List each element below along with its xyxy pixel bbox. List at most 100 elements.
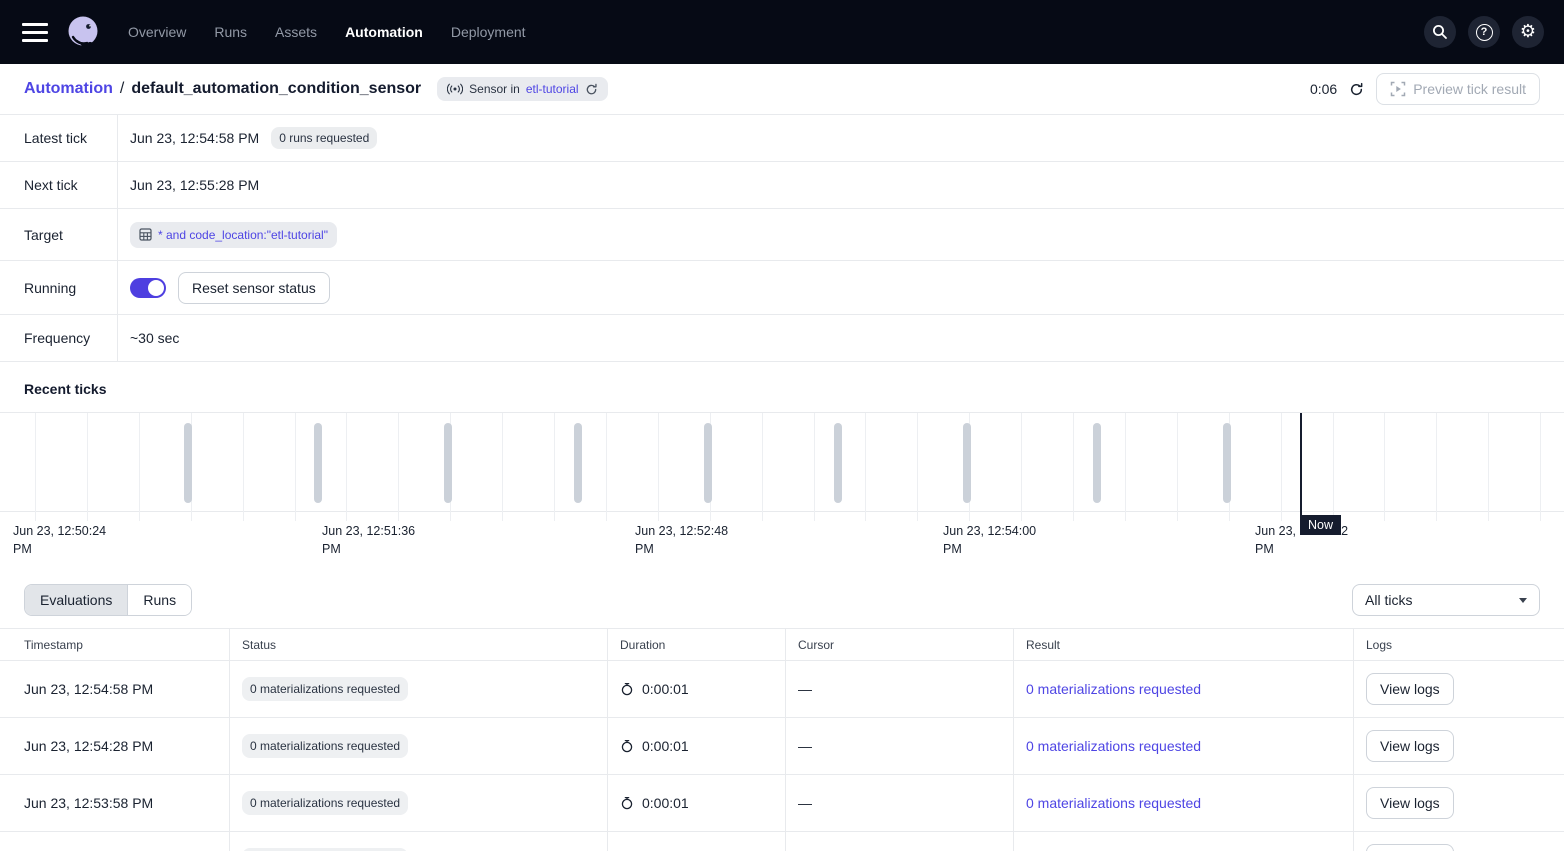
timeline-gridline [554,413,555,521]
view-logs-button[interactable]: View logs [1366,673,1454,705]
tab-runs[interactable]: Runs [127,585,191,615]
row-result-link[interactable]: 0 materializations requested [1026,738,1201,754]
row-timestamp: Jun 23, 12:54:28 PM [24,738,153,754]
stopwatch-icon [620,739,634,753]
row-status-badge: 0 materializations requested [242,734,408,758]
reset-sensor-status-button[interactable]: Reset sensor status [178,272,330,304]
menu-icon[interactable] [22,23,48,42]
timeline-axis-label: Jun 23, 12:54:00 PM [943,522,1047,558]
stopwatch-icon [620,796,634,810]
frequency-value: ~30 sec [130,330,179,346]
timeline-gridline [1281,413,1282,521]
dagster-logo-icon[interactable] [64,13,102,51]
tabs-row: Evaluations Runs All ticks [0,570,1564,628]
page-header: Automation / default_automation_conditio… [0,64,1564,115]
tick-bar[interactable] [1093,423,1101,503]
row-duration: 0:00:01 [642,681,689,697]
view-logs-button[interactable]: View logs [1366,787,1454,819]
frequency-label: Frequency [0,315,118,361]
next-tick-value: Jun 23, 12:55:28 PM [130,177,259,193]
tick-bar[interactable] [444,423,452,503]
asset-selection-text: * and code_location:"etl-tutorial" [158,228,328,242]
search-icon [1432,24,1448,40]
preview-button-label: Preview tick result [1413,81,1526,97]
tick-bar[interactable] [314,423,322,503]
tick-bar[interactable] [704,423,712,503]
view-logs-button[interactable]: View logs [1366,730,1454,762]
col-timestamp: Timestamp [0,629,230,660]
timeline-gridline [1333,413,1334,521]
timeline-gridline [346,413,347,521]
timeline-gridline [1125,413,1126,521]
timeline-gridline [1073,413,1074,521]
sensor-icon [447,83,463,95]
row-duration: 0:00:01 [642,738,689,754]
refresh-countdown: 0:06 [1310,81,1337,97]
search-button[interactable] [1424,16,1456,48]
timeline-gridline [917,413,918,521]
timeline-gridline [865,413,866,521]
tick-filter-dropdown[interactable]: All ticks [1352,584,1540,616]
tab-evaluations[interactable]: Evaluations [25,585,127,615]
evaluations-table: Timestamp Status Duration Cursor Result … [0,628,1564,851]
nav-assets[interactable]: Assets [275,24,317,40]
help-button[interactable]: ? [1468,16,1500,48]
tick-bar[interactable] [963,423,971,503]
timeline-gridline [658,413,659,521]
asset-selection-chip[interactable]: * and code_location:"etl-tutorial" [130,222,337,248]
latest-tick-label: Latest tick [0,115,118,161]
refresh-icon[interactable] [1349,82,1364,97]
timeline-gridline [295,413,296,521]
col-status: Status [230,629,608,660]
timeline-gridline [87,413,88,521]
nav-automation[interactable]: Automation [345,24,423,40]
frequency-row: Frequency ~30 sec [0,315,1564,362]
row-result-link[interactable]: 0 materializations requested [1026,795,1201,811]
timeline-gridline [1384,413,1385,521]
chevron-down-icon [1519,598,1527,603]
tick-bar[interactable] [574,423,582,503]
asset-selection-icon [139,228,152,241]
row-timestamp: Jun 23, 12:54:58 PM [24,681,153,697]
timeline-gridline [502,413,503,521]
table-row: Jun 23, 12:54:58 PM 0 materializations r… [0,661,1564,718]
view-logs-button[interactable]: View logs [1366,844,1454,851]
col-duration: Duration [608,629,786,660]
table-row: Jun 23, 12:53:58 PM 0 materializations r… [0,775,1564,832]
timeline-axis-label: Jun 23, 12:52:48 PM [635,522,739,558]
col-logs: Logs [1354,629,1564,660]
nav-overview[interactable]: Overview [128,24,186,40]
code-location-link[interactable]: etl-tutorial [526,82,579,96]
preview-tick-result-button[interactable]: Preview tick result [1376,73,1540,105]
page-title: default_automation_condition_sensor [131,80,421,98]
timeline-gridline [1540,413,1541,521]
recent-ticks-title: Recent ticks [0,362,1564,412]
running-toggle[interactable] [130,278,166,298]
breadcrumb-automation-link[interactable]: Automation [24,80,113,98]
primary-nav: Overview Runs Assets Automation Deployme… [128,24,526,40]
settings-button[interactable]: ⚙ [1512,16,1544,48]
running-label: Running [0,261,118,314]
timeline-gridline [1021,413,1022,521]
timeline-axis-label: Jun 23, 12:51:36 PM [322,522,426,558]
top-nav: Overview Runs Assets Automation Deployme… [0,0,1564,64]
row-result-link[interactable]: 0 materializations requested [1026,681,1201,697]
nav-deployment[interactable]: Deployment [451,24,526,40]
stopwatch-icon [620,682,634,696]
sensor-location-badge: Sensor in etl-tutorial [437,77,607,101]
tick-filter-value: All ticks [1365,592,1412,608]
reload-icon[interactable] [585,83,598,96]
sensor-type-label: Sensor in [469,82,520,96]
tick-bar[interactable] [1223,423,1231,503]
latest-tick-status-badge: 0 runs requested [271,127,377,149]
timeline-gridline [606,413,607,521]
timeline-gridline [398,413,399,521]
next-tick-row: Next tick Jun 23, 12:55:28 PM [0,162,1564,209]
tick-bar[interactable] [834,423,842,503]
nav-runs[interactable]: Runs [214,24,247,40]
row-status-badge: 0 materializations requested [242,677,408,701]
tick-bar[interactable] [184,423,192,503]
timeline-gridline [1177,413,1178,521]
row-timestamp: Jun 23, 12:53:58 PM [24,795,153,811]
col-result: Result [1014,629,1354,660]
